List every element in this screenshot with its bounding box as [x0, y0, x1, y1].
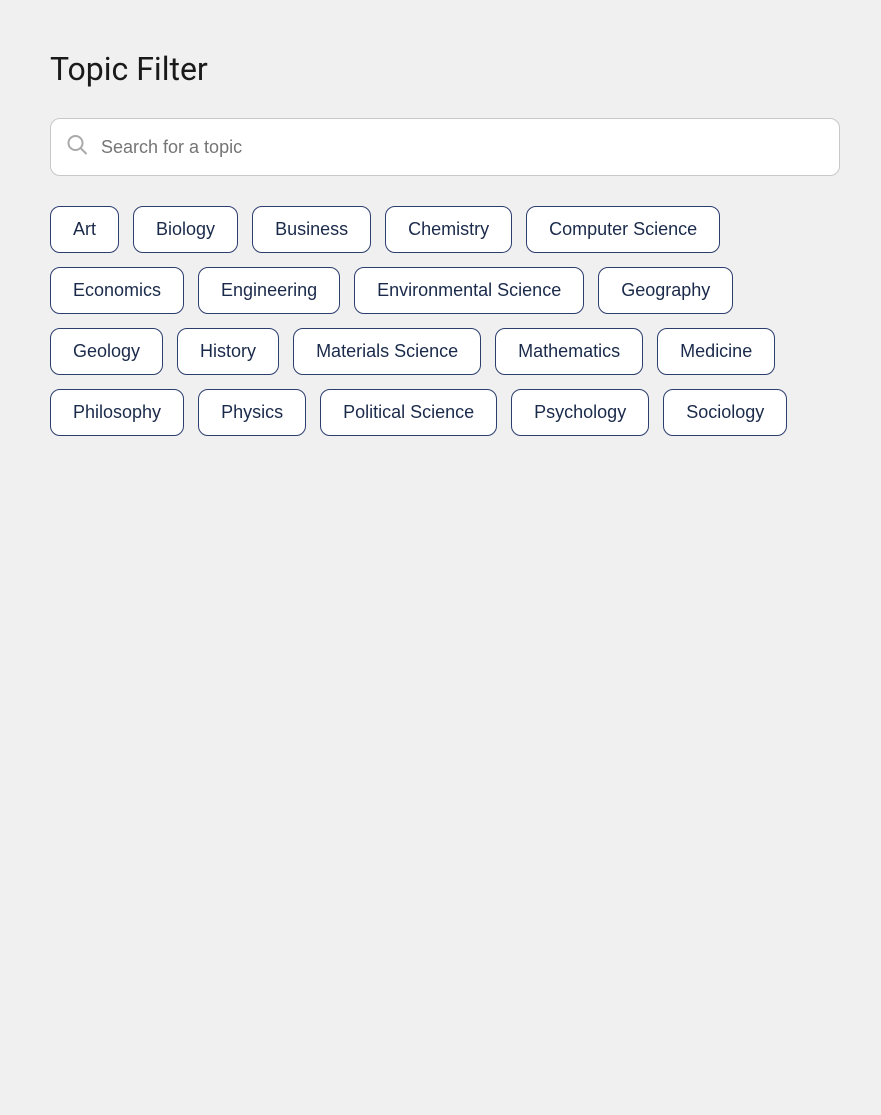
- tag-business[interactable]: Business: [252, 206, 371, 253]
- tag-economics[interactable]: Economics: [50, 267, 184, 314]
- tag-philosophy[interactable]: Philosophy: [50, 389, 184, 436]
- search-container: [50, 118, 831, 176]
- tag-physics[interactable]: Physics: [198, 389, 306, 436]
- tag-computer-science[interactable]: Computer Science: [526, 206, 720, 253]
- tag-geography[interactable]: Geography: [598, 267, 733, 314]
- search-input[interactable]: [50, 118, 840, 176]
- tag-engineering[interactable]: Engineering: [198, 267, 340, 314]
- tag-art[interactable]: Art: [50, 206, 119, 253]
- tag-chemistry[interactable]: Chemistry: [385, 206, 512, 253]
- tag-sociology[interactable]: Sociology: [663, 389, 787, 436]
- tag-political-science[interactable]: Political Science: [320, 389, 497, 436]
- tag-geology[interactable]: Geology: [50, 328, 163, 375]
- tag-medicine[interactable]: Medicine: [657, 328, 775, 375]
- tag-psychology[interactable]: Psychology: [511, 389, 649, 436]
- page-title: Topic Filter: [50, 50, 831, 88]
- tag-biology[interactable]: Biology: [133, 206, 238, 253]
- tags-container: Art Biology Business Chemistry Computer Scie…: [50, 206, 831, 436]
- tag-history[interactable]: History: [177, 328, 279, 375]
- tag-environmental-science[interactable]: Environmental Science: [354, 267, 584, 314]
- tag-materials-science[interactable]: Materials Science: [293, 328, 481, 375]
- tag-mathematics[interactable]: Mathematics: [495, 328, 643, 375]
